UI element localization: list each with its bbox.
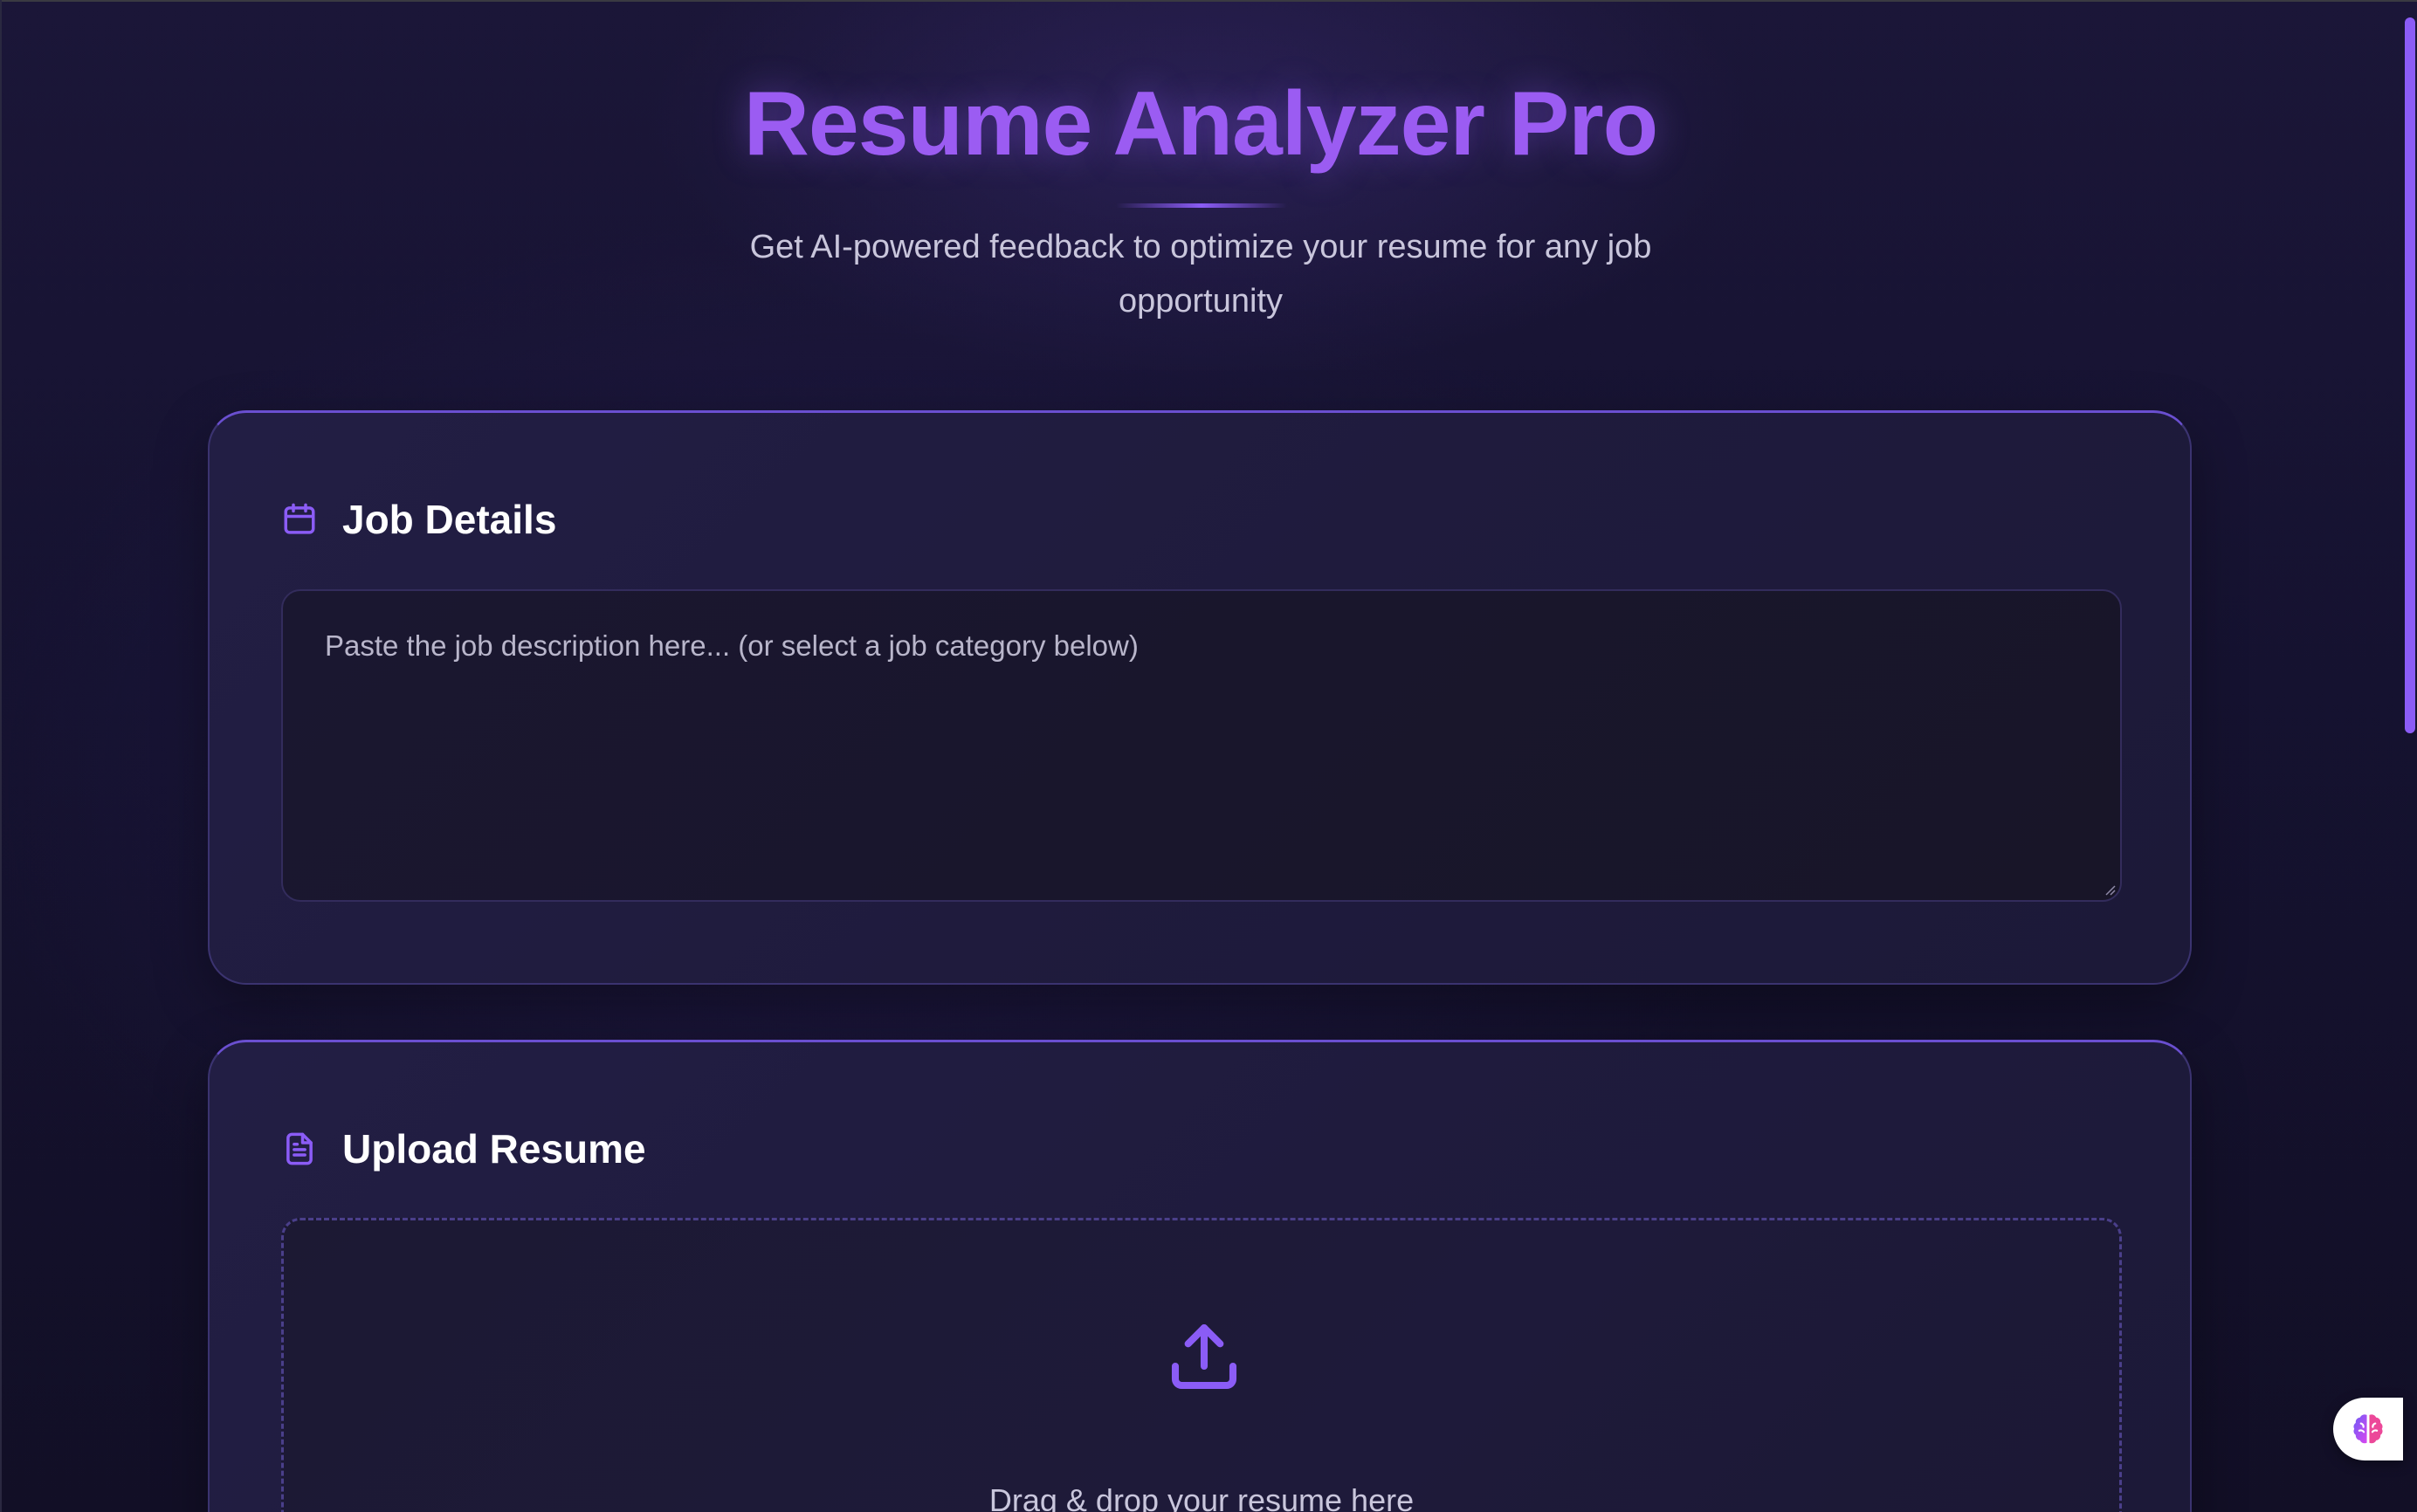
window-top-border [0, 0, 2417, 2]
upload-resume-card: Upload Resume Drag & drop your resume he… [208, 1040, 2192, 1512]
upload-resume-title: Upload Resume [342, 1126, 646, 1172]
job-details-card: Job Details Paste the job description he… [208, 410, 2192, 985]
resume-dropzone[interactable]: Drag & drop your resume here [281, 1218, 2122, 1512]
page-title: Resume Analyzer Pro [743, 73, 1658, 175]
scrollbar-thumb[interactable] [2405, 17, 2415, 733]
job-description-textarea[interactable]: Paste the job description here... (or se… [281, 589, 2122, 902]
upload-resume-header: Upload Resume [281, 1123, 646, 1175]
job-details-title: Job Details [342, 497, 557, 542]
window-left-border [0, 0, 2, 1512]
dropzone-text: Drag & drop your resume here [988, 1482, 1415, 1512]
job-details-header: Job Details [281, 493, 556, 546]
document-icon [281, 1131, 318, 1167]
brain-icon [2353, 1414, 2383, 1444]
job-description-placeholder: Paste the job description here... (or se… [325, 629, 1139, 662]
page-subtitle: Get AI-powered feedback to optimize your… [749, 229, 1652, 320]
title-divider [1116, 203, 1287, 208]
floating-extension-button[interactable] [2333, 1398, 2403, 1460]
calendar-icon [281, 501, 318, 538]
resize-handle-icon[interactable] [2103, 883, 2117, 897]
upload-icon [1171, 1323, 1237, 1390]
